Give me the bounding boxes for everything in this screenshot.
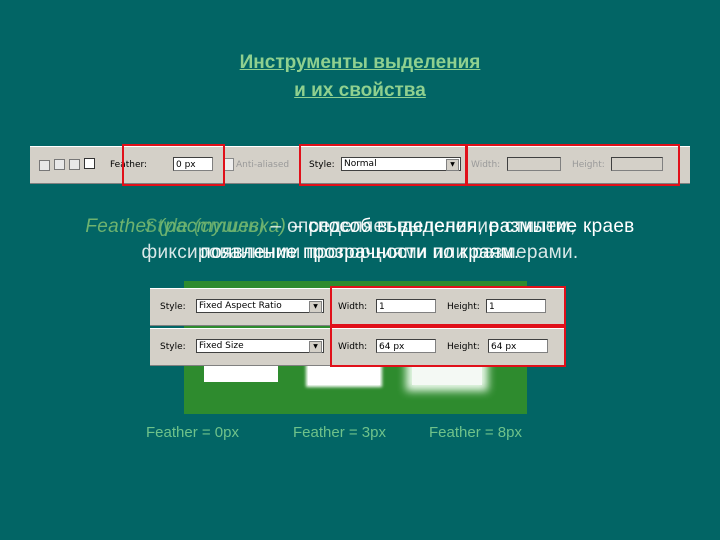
dropdown-arrow-icon: ▼ bbox=[309, 301, 322, 313]
slide-title-line2: и их свойства bbox=[294, 80, 426, 101]
style-label: Style: bbox=[160, 342, 186, 352]
new-selection-icon[interactable] bbox=[39, 160, 50, 171]
style-value: Fixed Size bbox=[199, 341, 244, 351]
style-value: Fixed Aspect Ratio bbox=[199, 301, 282, 311]
style-label: Style: bbox=[160, 302, 186, 312]
slide-title-line1: Инструменты выделения bbox=[239, 52, 481, 73]
feather-label-3: Feather = 3px bbox=[293, 424, 386, 441]
style-select[interactable]: Fixed Aspect Ratio ▼ bbox=[196, 299, 324, 313]
add-selection-icon[interactable] bbox=[54, 159, 65, 170]
feather-label-8: Feather = 8px bbox=[429, 424, 522, 441]
description-line1: – определяет выделение стилем, bbox=[265, 216, 576, 237]
feather-label-0: Feather = 0px bbox=[146, 424, 239, 441]
size-highlight bbox=[330, 326, 566, 367]
dropdown-arrow-icon: ▼ bbox=[309, 341, 322, 353]
subtract-selection-icon[interactable] bbox=[69, 159, 80, 170]
ratio-highlight bbox=[330, 286, 566, 326]
intersect-selection-icon[interactable] bbox=[84, 158, 95, 169]
style-description: Style (стиль) – определяет выделение сти… bbox=[0, 214, 720, 266]
description-line2: фиксированными пропорциями или размерами… bbox=[141, 242, 579, 263]
style-select[interactable]: Fixed Size ▼ bbox=[196, 339, 324, 353]
feather-highlight bbox=[122, 144, 225, 186]
term: Style (стиль) bbox=[144, 216, 266, 237]
anti-aliased-label: Anti-aliased bbox=[236, 160, 290, 170]
size-highlight bbox=[466, 144, 680, 186]
style-highlight bbox=[299, 144, 467, 186]
